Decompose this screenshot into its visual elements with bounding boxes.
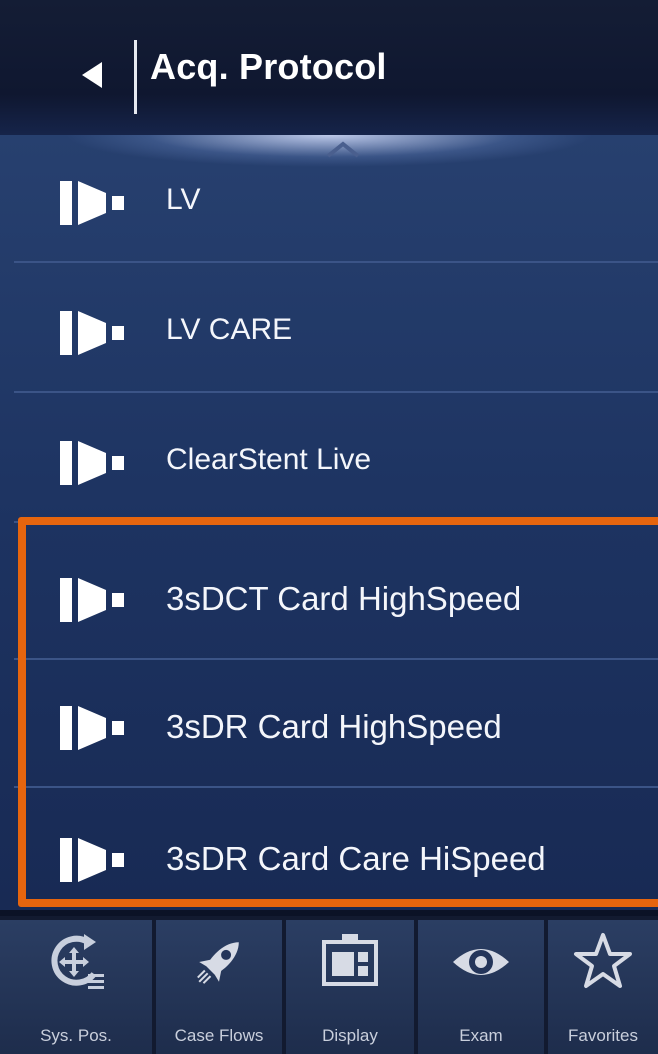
acquisition-protocol-icon — [60, 311, 124, 355]
back-arrow-icon — [82, 62, 102, 88]
tool-label: Case Flows — [174, 1026, 264, 1045]
exam-button[interactable]: Exam — [418, 920, 544, 1054]
sys-pos-button[interactable]: Sys. Pos. — [0, 920, 152, 1054]
acquisition-protocol-icon — [60, 706, 124, 750]
list-item[interactable]: 3sDR Card HighSpeed — [14, 660, 658, 788]
list-item-label: LV — [166, 183, 201, 216]
header-divider — [134, 40, 137, 114]
tool-label: Favorites — [568, 1026, 638, 1045]
display-button[interactable]: Display — [286, 920, 414, 1054]
display-layout-icon — [322, 934, 378, 986]
tool-label: Exam — [459, 1026, 503, 1045]
list-item-label: 3sDR Card Care HiSpeed — [166, 840, 546, 877]
acquisition-protocol-icon — [60, 181, 124, 225]
acquisition-protocol-icon — [60, 838, 124, 882]
list-item-label: LV CARE — [166, 313, 293, 346]
star-icon — [574, 933, 632, 988]
rocket-icon — [197, 942, 239, 984]
list-item[interactable]: LV CARE — [14, 265, 658, 393]
acquisition-protocol-icon — [60, 578, 124, 622]
tool-label: Sys. Pos. — [40, 1026, 112, 1045]
list-item[interactable]: 3sDCT Card HighSpeed — [14, 532, 658, 660]
eye-icon — [453, 949, 509, 975]
list-item[interactable]: 3sDR Card Care HiSpeed — [14, 792, 658, 920]
header-bar: Acq. Protocol — [0, 0, 658, 135]
favorites-button[interactable]: Favorites — [548, 920, 658, 1054]
acq-protocol-screen: Acq. Protocol LV LV CARE ClearStent Live — [0, 0, 658, 1054]
bottom-toolbar: Sys. Pos. Case Flows Display Exam Favori… — [0, 916, 658, 1054]
page-title: Acq. Protocol — [150, 46, 387, 87]
list-item-label: 3sDCT Card HighSpeed — [166, 580, 522, 617]
list-item[interactable]: LV — [14, 135, 658, 263]
acquisition-protocol-icon — [60, 441, 124, 485]
back-button[interactable] — [64, 40, 124, 110]
list-item-label: 3sDR Card HighSpeed — [166, 708, 502, 745]
system-position-icon — [51, 934, 104, 989]
list-item-label: ClearStent Live — [166, 443, 372, 476]
case-flows-button[interactable]: Case Flows — [156, 920, 282, 1054]
list-item[interactable]: ClearStent Live — [14, 395, 658, 523]
tool-label: Display — [322, 1026, 378, 1045]
